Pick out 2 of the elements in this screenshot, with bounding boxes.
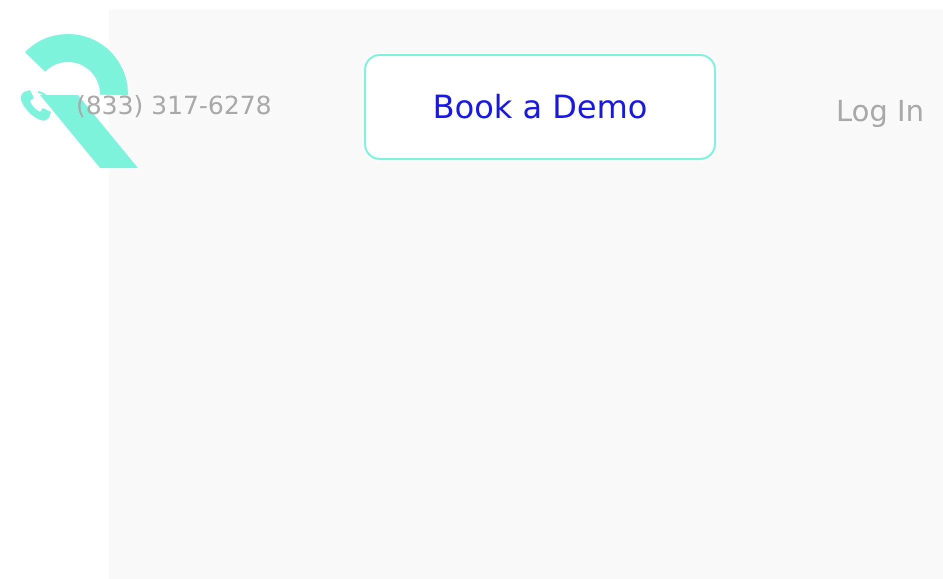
login-link[interactable]: Log In (836, 90, 924, 134)
book-demo-button[interactable]: Book a Demo (364, 54, 716, 160)
